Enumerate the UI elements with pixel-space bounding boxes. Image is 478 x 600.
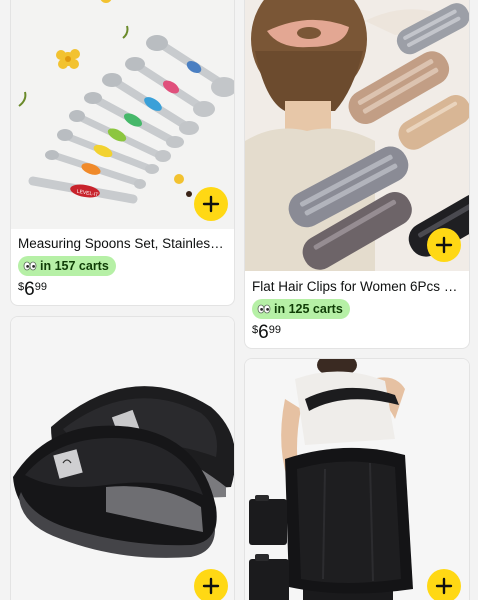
product-card-tote-bag[interactable] xyxy=(244,358,470,600)
product-title[interactable]: Measuring Spoons Set, Stainless Steel Ma… xyxy=(18,236,226,251)
product-image-tote-bag[interactable] xyxy=(245,359,469,600)
product-grid: LEVEL-IT Measuring Spoons Set, Stainless… xyxy=(0,0,478,600)
product-price: $ 6 99 xyxy=(252,322,281,343)
product-title[interactable]: Flat Hair Clips for Women 6Pcs Matte Cla… xyxy=(252,279,461,294)
carts-badge: in 125 carts xyxy=(252,299,350,319)
plus-icon xyxy=(202,195,220,213)
product-price: $ 6 99 xyxy=(18,279,47,300)
add-to-cart-button[interactable] xyxy=(427,569,461,600)
carts-badge-text: in 157 carts xyxy=(40,259,109,273)
add-to-cart-button[interactable] xyxy=(427,228,461,262)
plus-icon xyxy=(435,236,453,254)
add-to-cart-button[interactable] xyxy=(194,569,228,600)
eyes-icon xyxy=(23,261,37,271)
carts-badge-text: in 125 carts xyxy=(274,302,343,316)
carts-badge: in 157 carts xyxy=(18,256,116,276)
product-image-slippers[interactable] xyxy=(11,317,234,600)
product-card-slippers[interactable] xyxy=(10,316,235,600)
plus-icon xyxy=(435,577,453,595)
product-card-measuring-spoons[interactable]: LEVEL-IT Measuring Spoons Set, Stainless… xyxy=(10,0,235,306)
eyes-icon xyxy=(257,304,271,314)
add-to-cart-button[interactable] xyxy=(194,187,228,221)
plus-icon xyxy=(202,577,220,595)
product-card-hair-clips[interactable]: Flat Hair Clips for Women 6Pcs Matte Cla… xyxy=(244,0,470,349)
